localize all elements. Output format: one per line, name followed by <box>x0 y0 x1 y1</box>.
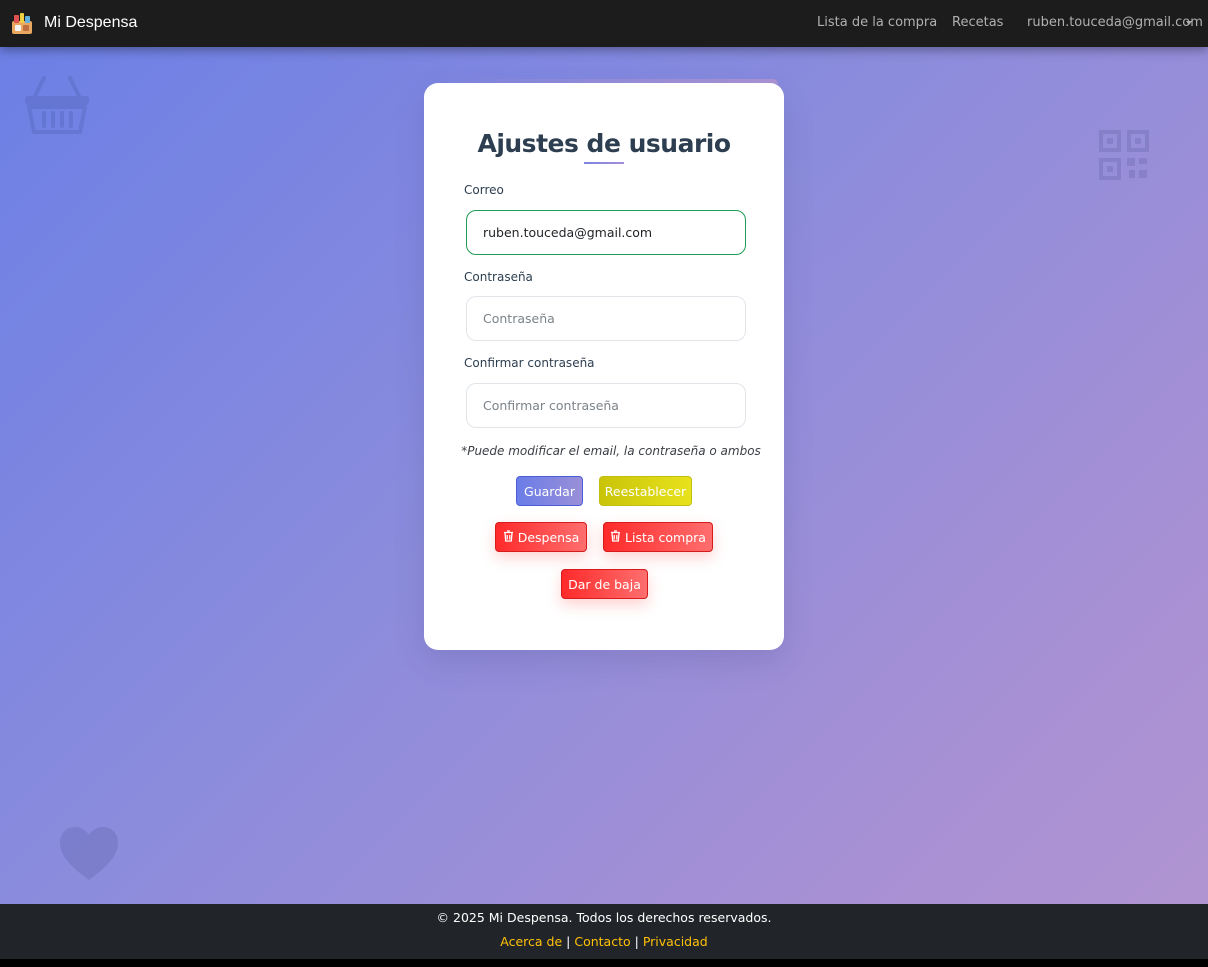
footer-separator: | <box>634 934 639 949</box>
form-hint: *Puede modificar el email, la contraseña… <box>461 444 761 458</box>
delete-shopping-list-label: Lista compra <box>625 529 706 545</box>
heart-icon <box>59 826 119 886</box>
save-button-label: Guardar <box>524 483 575 499</box>
footer-links: Acerca de | Contacto | Privacidad <box>0 934 1208 949</box>
trash-icon <box>610 529 621 545</box>
user-menu-toggle[interactable]: ruben.touceda@gmail.com <box>1027 15 1203 30</box>
save-button[interactable]: Guardar <box>516 476 583 506</box>
footer-copyright: © 2025 Mi Despensa. Todos los derechos r… <box>436 910 772 925</box>
footer-separator: | <box>566 934 571 949</box>
confirm-password-field[interactable] <box>466 383 746 428</box>
nav-link-shopping-list[interactable]: Lista de la compra <box>817 15 937 30</box>
footer-link-contact[interactable]: Contacto <box>574 934 630 949</box>
nav-link-recipes[interactable]: Recetas <box>952 15 1003 30</box>
footer-link-privacy[interactable]: Privacidad <box>643 934 708 949</box>
unsubscribe-button[interactable]: Dar de baja <box>561 569 648 599</box>
password-label: Contraseña <box>464 270 533 284</box>
qr-code-icon <box>1099 130 1149 184</box>
unsubscribe-label: Dar de baja <box>568 576 641 592</box>
title-underline <box>584 162 624 164</box>
delete-pantry-label: Despensa <box>517 529 580 545</box>
settings-card: Ajustes de usuario Correo Contraseña Con… <box>424 83 784 650</box>
email-label: Correo <box>464 183 504 197</box>
pantry-logo-icon <box>10 11 34 35</box>
taskbar-strip <box>0 959 1208 967</box>
confirm-password-label: Confirmar contraseña <box>464 356 595 370</box>
footer: © 2025 Mi Despensa. Todos los derechos r… <box>0 904 1208 959</box>
basket-icon <box>24 74 90 140</box>
navbar: Mi Despensa Lista de la compra Recetas r… <box>0 0 1208 47</box>
chevron-down-icon[interactable] <box>1186 21 1192 25</box>
password-field[interactable] <box>466 296 746 341</box>
delete-shopping-list-button[interactable]: Lista compra <box>603 522 713 552</box>
delete-pantry-button[interactable]: Despensa <box>495 522 587 552</box>
brand-link[interactable]: Mi Despensa <box>10 11 137 35</box>
email-field[interactable] <box>466 210 746 255</box>
brand-name: Mi Despensa <box>44 14 138 31</box>
trash-icon <box>503 529 514 545</box>
reset-button-label: Reestablecer <box>604 483 687 499</box>
reset-button[interactable]: Reestablecer <box>599 476 692 506</box>
page-title: Ajustes de usuario <box>477 129 731 158</box>
footer-link-about[interactable]: Acerca de <box>500 934 562 949</box>
